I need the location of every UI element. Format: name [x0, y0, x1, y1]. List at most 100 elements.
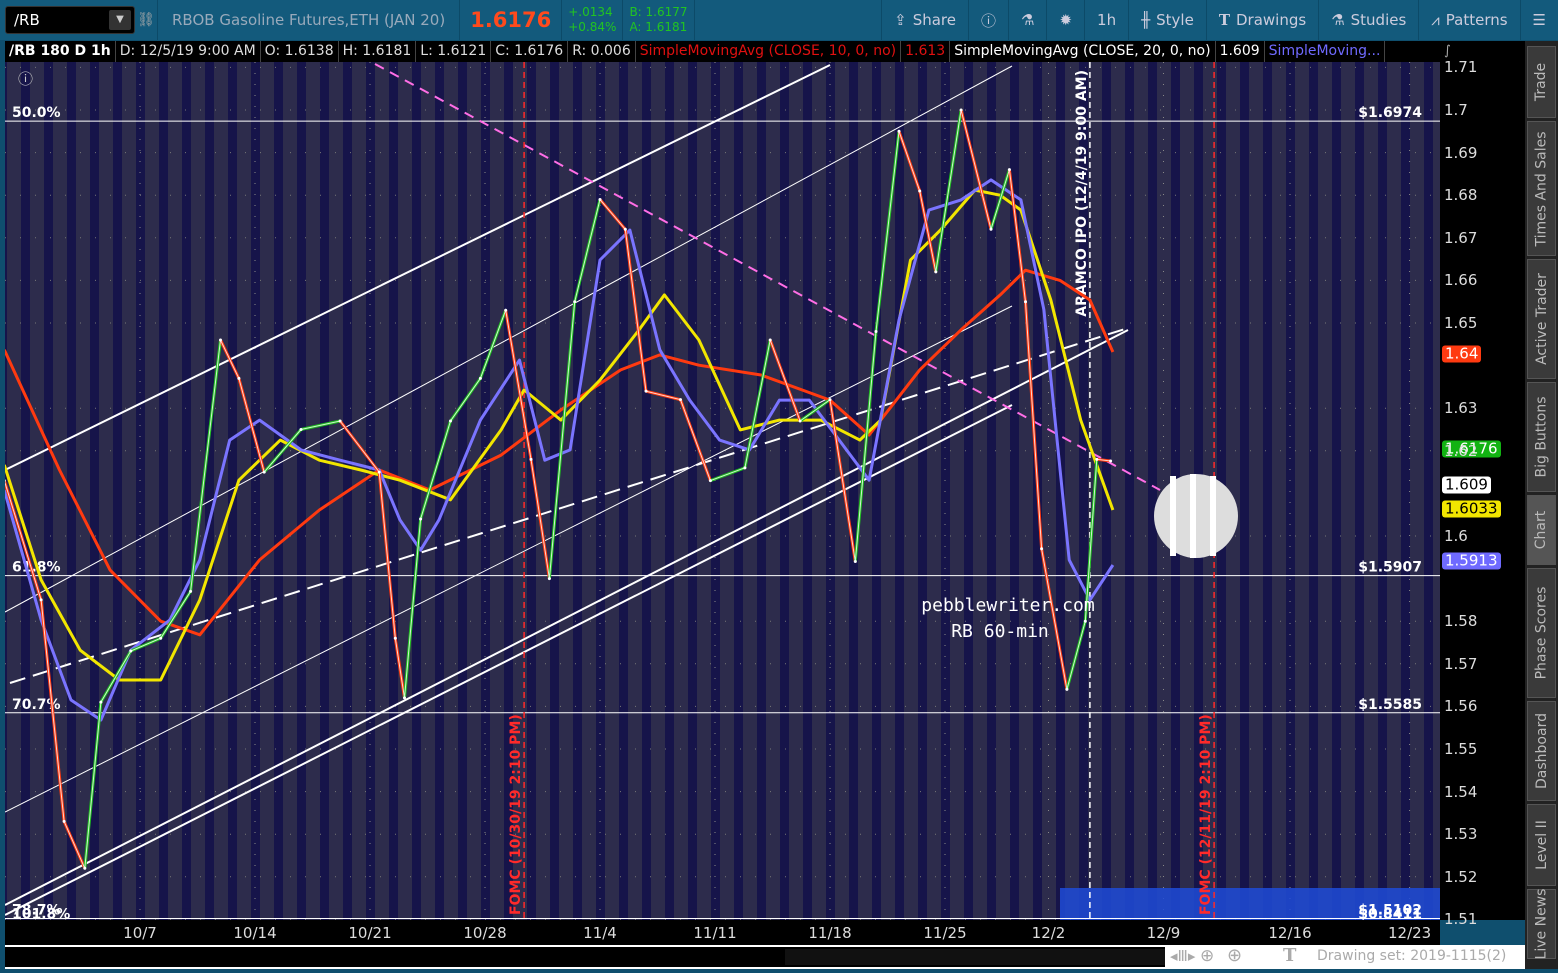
x-tick-label: 11/11	[693, 924, 737, 942]
session-stripe	[297, 62, 306, 920]
sidebar-tab-trade[interactable]: Trade	[1527, 46, 1556, 118]
drawing-set-label[interactable]: Drawing set: 2019-1115(2)	[1317, 948, 1506, 964]
session-stripe	[182, 62, 191, 920]
y-tick-label: 1.69	[1444, 143, 1478, 162]
x-tick-label: 10/7	[123, 924, 157, 942]
fib-level-price-label: $1.6974	[1358, 105, 1422, 121]
price-point	[959, 108, 963, 112]
sma-red-badge: 1.64	[1442, 345, 1482, 363]
price-point	[299, 428, 303, 431]
price-point	[39, 598, 43, 602]
session-stripe	[205, 62, 214, 920]
zoom-fit-icon[interactable]: ◂Ⅲ▸	[1170, 947, 1195, 965]
price-point	[874, 330, 878, 334]
sma-blue-badge: 1.5913	[1442, 552, 1501, 570]
session-stripe	[734, 62, 743, 920]
x-tick-label: 11/25	[923, 924, 967, 942]
y-tick-label: 1.65	[1444, 314, 1478, 332]
y-tick-label: 1.56	[1444, 697, 1478, 716]
bottom-bar: ◂Ⅲ▸ ⊕ ⊕ T Drawing set: 2019-1115(2)	[5, 945, 1525, 969]
sidebar-tab-label: Trade	[1533, 62, 1550, 102]
price-axis[interactable]: ∫ 1.64 1.6176 1.609 1.6033 1.5913 1.71 1.…	[1440, 41, 1525, 928]
y-tick-label: 1.55	[1444, 740, 1478, 758]
price-point	[623, 227, 627, 231]
price-point	[644, 389, 648, 393]
sidebar-tab-big-buttons[interactable]: Big Buttons	[1527, 382, 1556, 492]
x-tick-label: 11/4	[583, 924, 617, 942]
price-point	[529, 457, 533, 461]
sidebar-tab-label: Phase Scores	[1533, 586, 1550, 680]
sidebar-tab-label: Dashboard	[1533, 713, 1550, 789]
price-point	[598, 197, 602, 201]
session-stripe	[895, 62, 904, 920]
sma-yellow-badge: 1.6033	[1442, 500, 1501, 518]
session-stripe	[113, 62, 122, 920]
sidebar-tab-label: Active Trader	[1533, 273, 1550, 365]
sidebar-tab-active-trader[interactable]: Active Trader	[1527, 259, 1556, 379]
y-tick-label: 1.51	[1444, 910, 1478, 929]
session-stripe	[1332, 62, 1341, 920]
price-point	[573, 300, 577, 304]
fib-level-price-label: $1.5907	[1358, 560, 1422, 576]
x-tick-label: 12/16	[1268, 924, 1312, 942]
event-label: FOMC (12/11/19 2:10 PM)	[1198, 714, 1214, 915]
price-point	[262, 470, 266, 474]
price-point	[547, 577, 551, 581]
axis-scale-icon[interactable]: ∫	[1444, 44, 1451, 59]
y-tick-label: 1.52	[1444, 867, 1478, 886]
zoom-in-icon[interactable]: ⊕	[1227, 945, 1242, 966]
sidebar-tab-times-and-sales[interactable]: Times And Sales	[1527, 121, 1556, 256]
price-point	[129, 649, 133, 653]
price-chart[interactable]: 50.0% $1.697461.8% $1.590770.7% $1.558578.7…	[0, 0, 1558, 973]
text-drawing-icon[interactable]: T	[1283, 945, 1296, 966]
event-label: ARAMCO IPO (12/4/19 9:00 AM)	[1074, 70, 1090, 317]
y-tick-label: 1.7	[1444, 101, 1468, 119]
y-tick-label: 1.57	[1444, 654, 1478, 673]
price-point	[99, 700, 103, 704]
price-point	[853, 560, 857, 564]
highlight-circle	[1154, 474, 1238, 558]
watermark: pebblewriter.com	[921, 595, 1094, 616]
y-tick-label: 1.67	[1444, 228, 1478, 247]
session-stripe	[159, 62, 168, 920]
sidebar-tab-live-news[interactable]: Live News	[1527, 889, 1556, 959]
price-point	[338, 419, 342, 423]
price-point	[1083, 619, 1087, 623]
price-point	[897, 129, 901, 133]
price-point	[1007, 168, 1011, 172]
price-point	[393, 636, 397, 640]
info-circle-icon[interactable]: ⓘ	[18, 70, 33, 88]
sidebar-tab-phase-scores[interactable]: Phase Scores	[1527, 568, 1556, 698]
price-point	[708, 479, 712, 483]
price-point	[828, 398, 832, 402]
session-stripe	[1263, 62, 1272, 920]
price-point	[989, 227, 993, 231]
sidebar-tab-dashboard[interactable]: Dashboard	[1527, 701, 1556, 801]
price-point	[5, 479, 6, 482]
session-stripe	[987, 62, 996, 920]
price-point	[798, 419, 802, 423]
y-tick-label: 1.6	[1444, 527, 1468, 545]
x-tick-label: 12/23	[1387, 924, 1432, 942]
sidebar-tab-chart[interactable]: Chart	[1527, 495, 1556, 565]
horizontal-scrollbar[interactable]	[5, 947, 1165, 967]
price-point	[159, 636, 163, 640]
scroll-thumb[interactable]	[785, 949, 1165, 965]
sidebar-tab-level-ii[interactable]: Level II	[1527, 804, 1556, 886]
sidebar-tab-label: Chart	[1533, 510, 1550, 550]
x-tick-label: 10/28	[463, 924, 507, 942]
time-axis[interactable]: 10/7 10/14 10/21 10/28 11/4 11/11 11/18 11/25 12…	[5, 920, 1440, 945]
price-point	[679, 398, 682, 402]
y-tick-label: 1.71	[1444, 58, 1478, 77]
price-point	[419, 517, 423, 521]
x-tick-label: 12/2	[1031, 924, 1066, 942]
session-stripe	[872, 62, 881, 920]
y-tick-label: 1.54	[1444, 782, 1478, 801]
sidebar-tab-label: Times And Sales	[1533, 130, 1550, 247]
sma-white-badge: 1.609	[1442, 476, 1491, 494]
fib-level-left-label: 50.0%	[12, 105, 61, 121]
session-stripe	[1125, 62, 1134, 920]
crosshair-icon[interactable]: ⊕	[1200, 946, 1214, 966]
price-point	[219, 338, 222, 342]
price-point	[237, 376, 241, 380]
